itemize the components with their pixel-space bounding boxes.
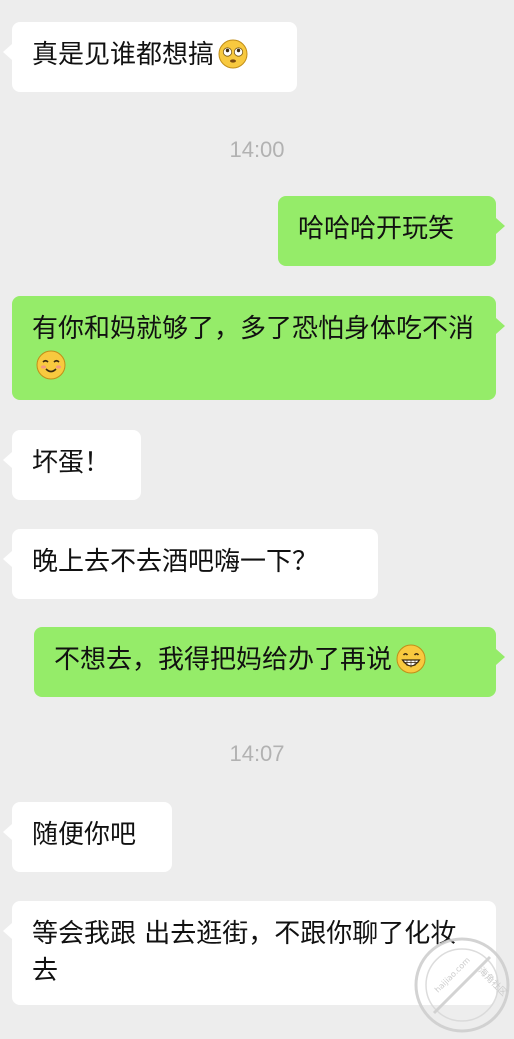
message-text: 等会我跟 出去逛街，不跟你聊了化妆去 <box>32 919 457 986</box>
grinning-face-icon <box>396 644 426 673</box>
message-bubble-outgoing[interactable]: 有你和妈就够了，多了恐怕身体吃不消 <box>12 296 505 400</box>
message-text: 晚上去不去酒吧嗨一下？ <box>32 547 319 577</box>
watermark-url: haijiao.com <box>433 955 472 994</box>
timestamp: 14:00 <box>229 137 285 162</box>
message-bubble-outgoing[interactable]: 哈哈哈开玩笑 <box>278 196 505 266</box>
message-bubble-incoming[interactable]: 随便你吧 <box>3 802 172 872</box>
message-bubble-outgoing[interactable]: 不想去，我得把妈给办了再说 <box>34 627 505 697</box>
message-text: 不想去，我得把妈给办了再说 <box>54 645 393 675</box>
flushed-face-icon <box>218 39 248 68</box>
message-text: 真是见谁都想搞 <box>32 40 215 70</box>
message-text: 哈哈哈开玩笑 <box>298 214 455 244</box>
site-watermark-logo: 海角社区 haijiao.com <box>414 937 510 1033</box>
message-text: 坏蛋！ <box>32 448 111 478</box>
message-text: 随便你吧 <box>32 820 137 850</box>
smiling-face-icon <box>36 350 66 379</box>
message-bubble-incoming[interactable]: 坏蛋！ <box>3 430 141 500</box>
message-bubble-incoming[interactable]: 晚上去不去酒吧嗨一下？ <box>3 529 378 599</box>
timestamp: 14:07 <box>229 741 285 766</box>
message-bubble-incoming[interactable]: 真是见谁都想搞 <box>3 22 297 92</box>
message-text: 有你和妈就够了，多了恐怕身体吃不消 <box>32 314 475 344</box>
